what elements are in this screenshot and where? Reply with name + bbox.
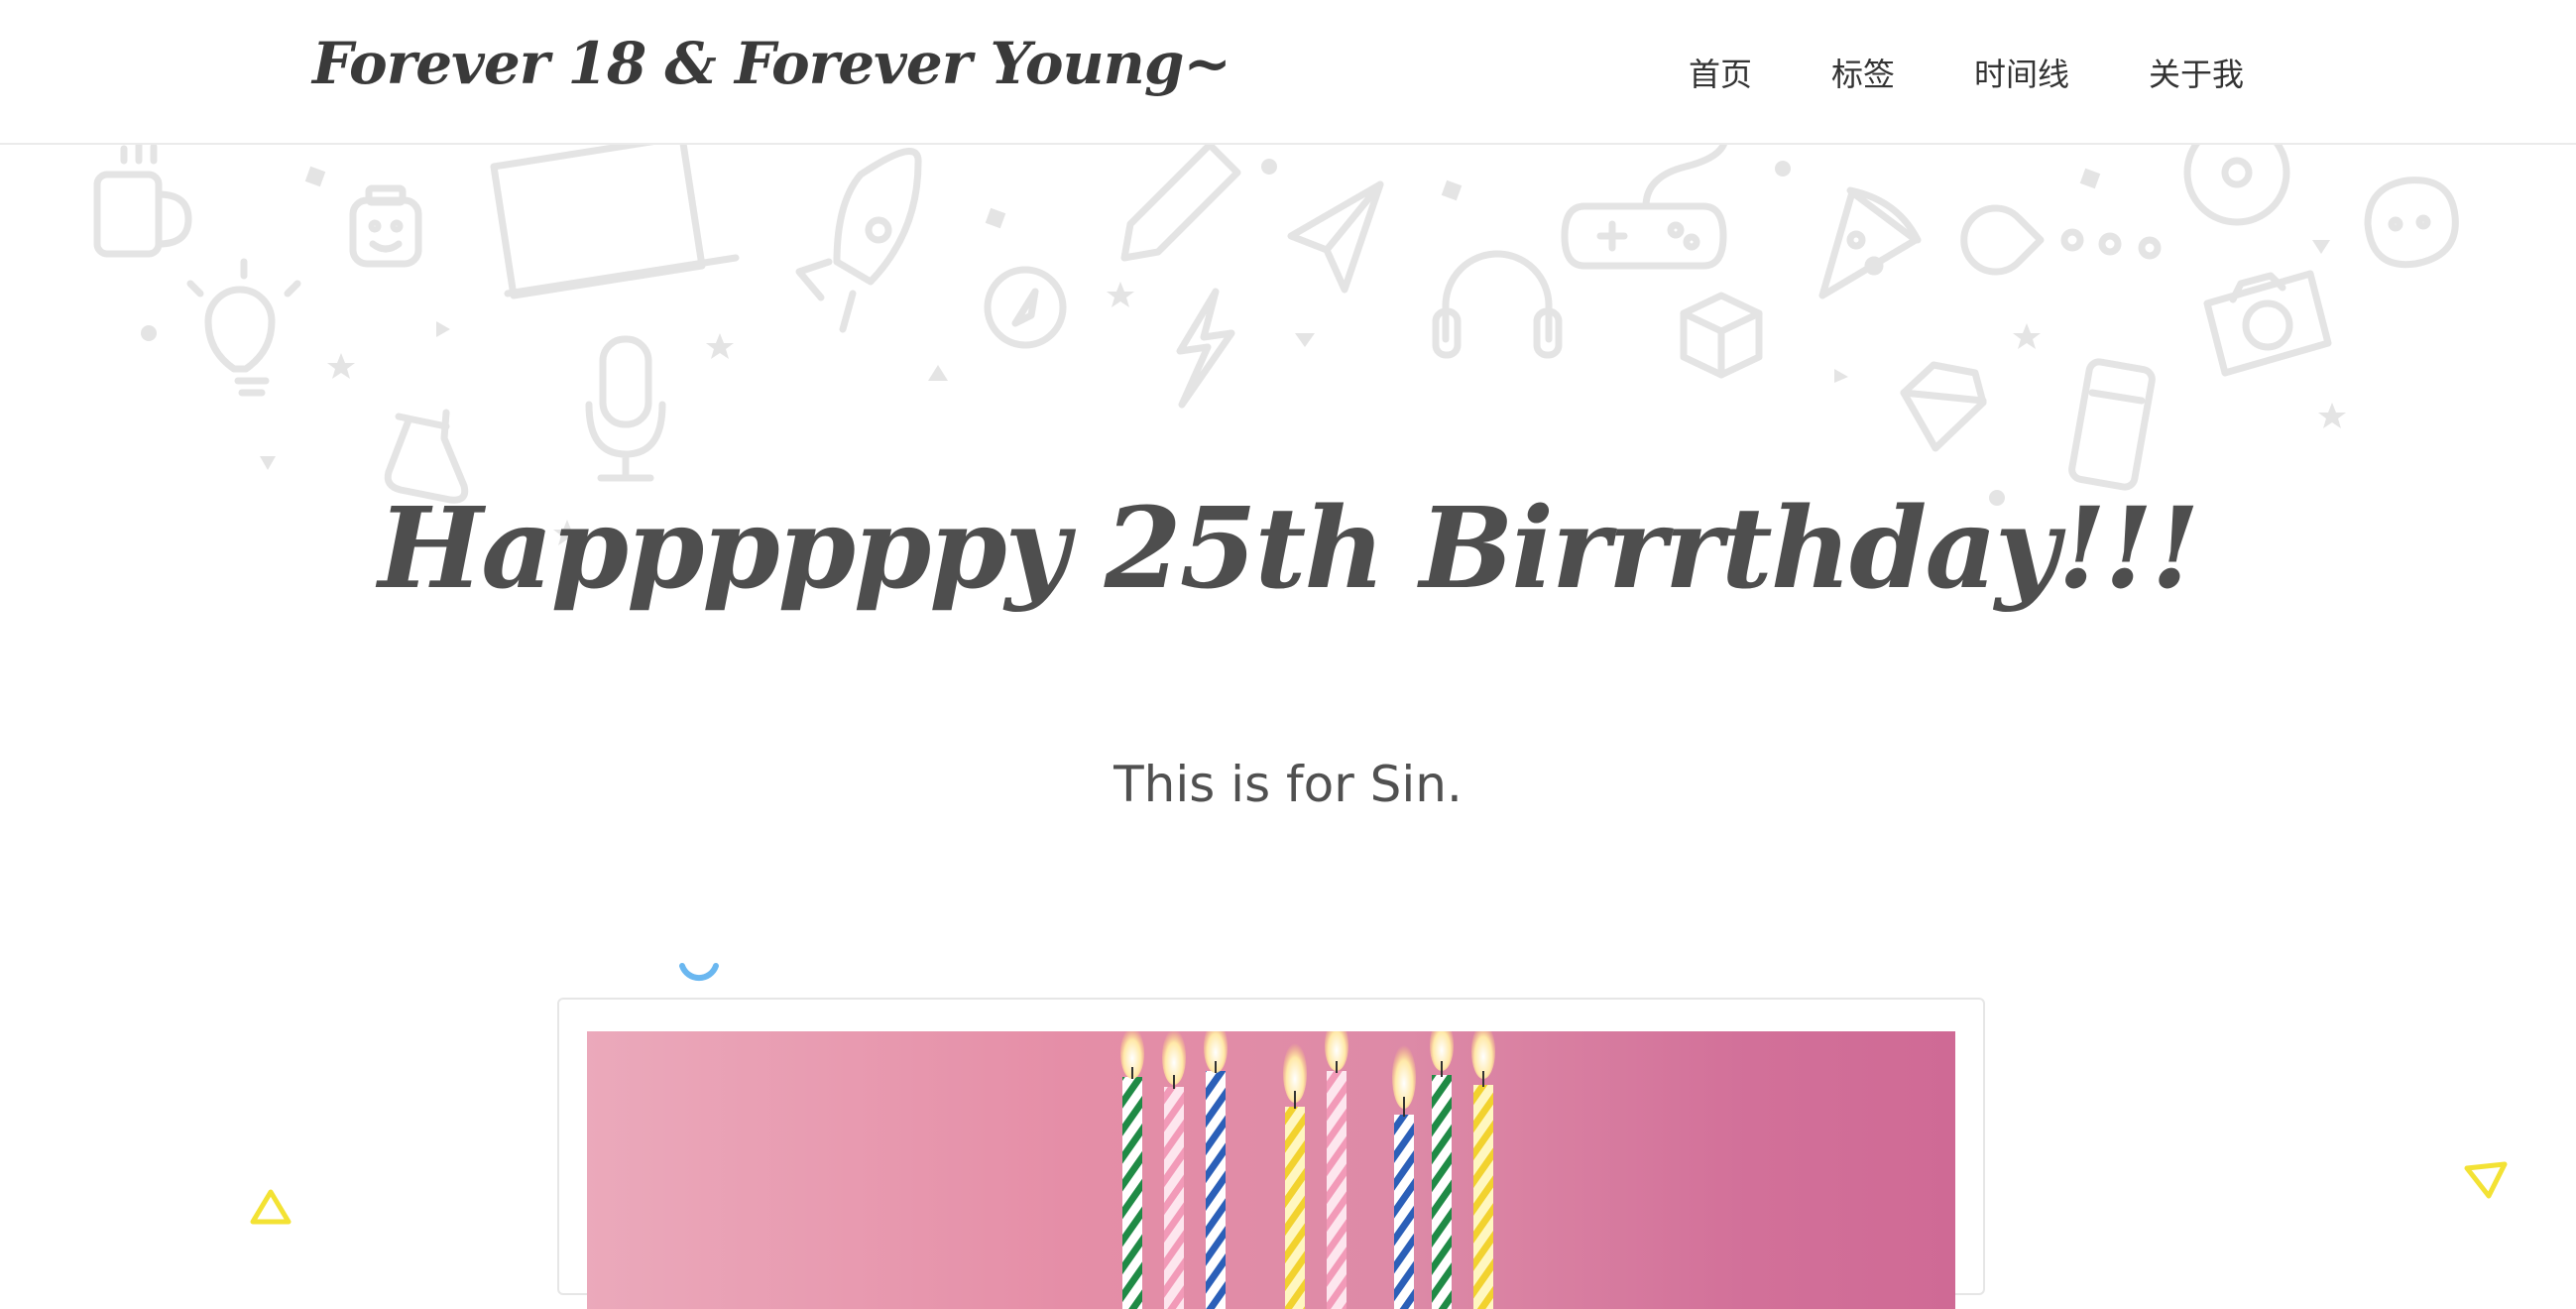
pacman-icon (1960, 204, 2162, 276)
nav-home-link[interactable]: 首页 (1689, 50, 1752, 95)
cd-icon (2183, 119, 2290, 226)
loading-spinner-icon (679, 963, 719, 982)
triangle-icon (250, 1189, 292, 1225)
rocket-icon (795, 147, 922, 333)
top-navbar: Forever 18 & Forever Young~ 首页 标签 时间线 关于… (0, 0, 2576, 145)
pizza-icon (1818, 186, 1922, 299)
lightning-icon (1176, 288, 1235, 409)
pencil-icon (1120, 141, 1241, 262)
diamond-icon (1900, 361, 1987, 452)
phone-icon (2068, 358, 2156, 491)
camera-icon (2203, 270, 2332, 377)
triangle-icon (2464, 1161, 2508, 1199)
lightbulb-icon (186, 258, 301, 397)
post-image-card[interactable] (557, 998, 1985, 1309)
nav-menu: 首页 标签 时间线 关于我 (1609, 50, 2244, 95)
nav-about-link[interactable]: 关于我 (2149, 50, 2244, 95)
headphones-icon (1432, 250, 1563, 359)
lego-head-icon (349, 184, 422, 268)
lego-brick-icon (1680, 292, 1763, 379)
laptop-icon (490, 133, 740, 299)
coffee-mug-icon (93, 141, 192, 258)
gamepad-icon (1561, 133, 1729, 270)
paper-plane-icon (1287, 180, 1384, 294)
compass-icon (984, 266, 1067, 349)
hero-subtitle: This is for Sin. (1113, 756, 1463, 813)
microphone-icon (585, 335, 666, 482)
site-brand-link[interactable]: Forever 18 & Forever Young~ (312, 30, 1231, 97)
nav-timeline-link[interactable]: 时间线 (1974, 50, 2069, 95)
emoji-icon (2364, 177, 2459, 269)
birthday-cake-photo (587, 1031, 1955, 1309)
nav-tags-link[interactable]: 标签 (1831, 50, 1895, 95)
hero-headline: Happppppy 25th Birrrthday!!! (378, 484, 2199, 614)
